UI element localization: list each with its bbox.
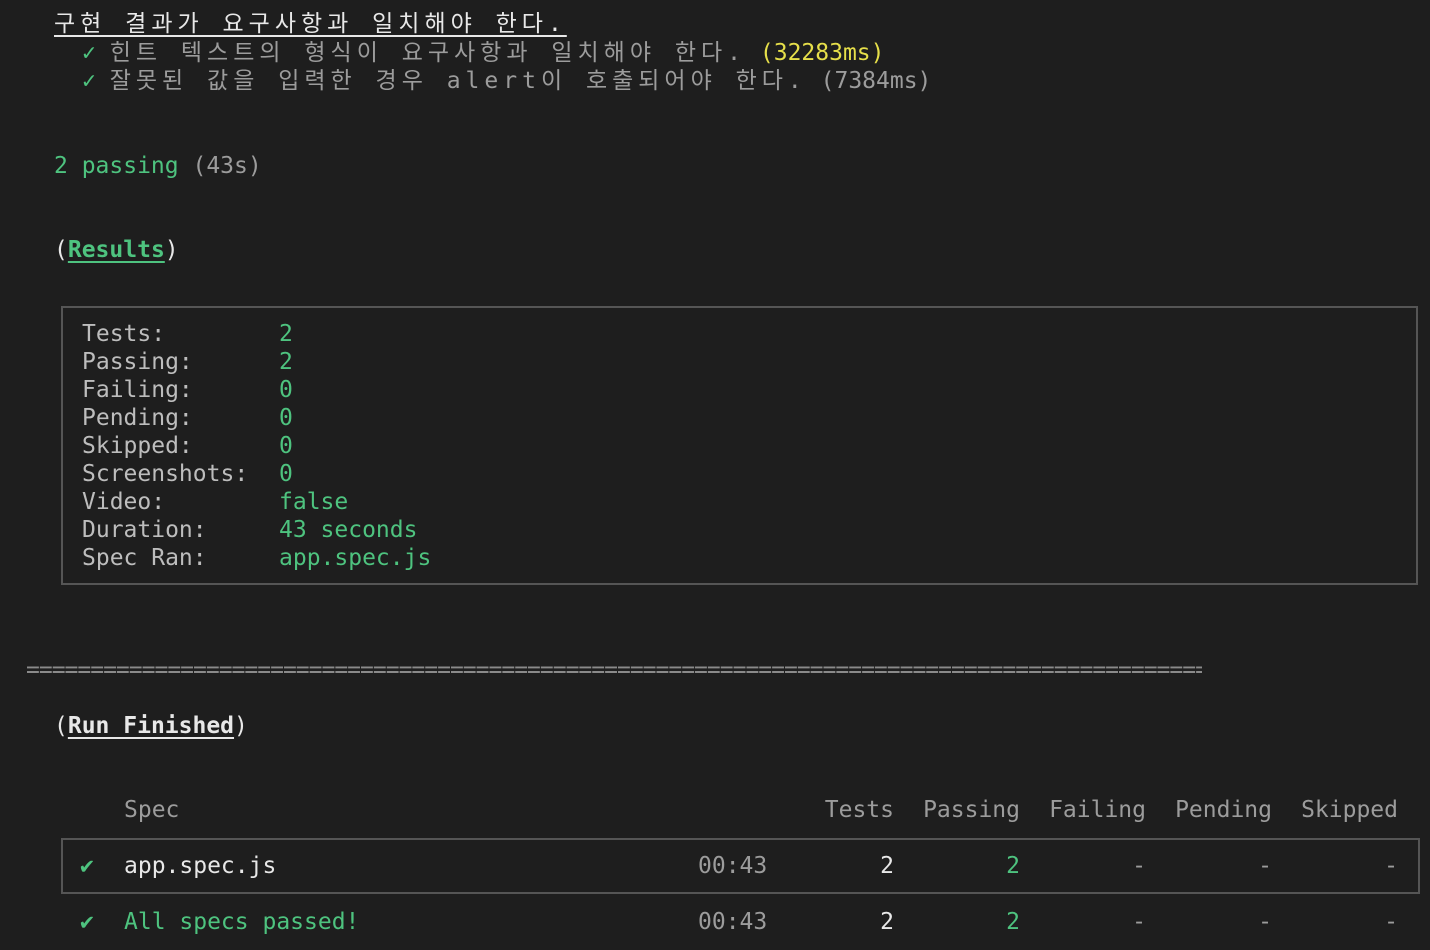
results-label-tests: Tests: xyxy=(82,321,166,347)
spec-skipped: - xyxy=(1384,853,1398,879)
total-time: 00:43 xyxy=(698,909,768,935)
total-skipped: - xyxy=(1384,909,1398,935)
spec-time: 00:43 xyxy=(698,853,768,879)
suite-title-text: 구현 결과가 요구사항과 일치해야 한다. xyxy=(54,11,567,37)
results-value-skipped: 0 xyxy=(279,433,293,459)
run-finished-heading: (Run Finished) xyxy=(54,712,248,740)
test-duration: (32283ms) xyxy=(759,40,885,66)
column-header-spec: Spec xyxy=(124,797,180,823)
column-header-pending: Pending xyxy=(1175,797,1272,823)
total-failing: - xyxy=(1132,909,1146,935)
paren-close: ) xyxy=(234,713,248,739)
test-name: 힌트 텍스트의 형식이 요구사항과 일치해야 한다. xyxy=(109,40,747,66)
check-icon: ✓ xyxy=(82,40,96,66)
results-value-failing: 0 xyxy=(279,377,293,403)
check-icon: ✓ xyxy=(82,68,96,94)
results-value-passing: 2 xyxy=(279,349,293,375)
run-finished-heading-text: Run Finished xyxy=(67,713,235,739)
total-tests: 2 xyxy=(880,909,894,935)
results-label-skipped: Skipped: xyxy=(82,433,193,459)
total-pending: - xyxy=(1258,909,1272,935)
results-label-duration: Duration: xyxy=(82,517,207,543)
column-header-passing: Passing xyxy=(923,797,1020,823)
results-label-screenshots: Screenshots: xyxy=(82,461,249,487)
test-line: ✓ 힌트 텍스트의 형식이 요구사항과 일치해야 한다. (32283ms) xyxy=(82,39,885,67)
spec-name: app.spec.js xyxy=(124,853,277,879)
separator-line: ========================================… xyxy=(26,657,1202,683)
results-label-video: Video: xyxy=(82,489,166,515)
passing-count: 2 passing xyxy=(54,153,179,179)
results-value-tests: 2 xyxy=(279,321,293,347)
results-value-screenshots: 0 xyxy=(279,461,293,487)
results-label-passing: Passing: xyxy=(82,349,193,375)
paren-open: ( xyxy=(54,713,68,739)
passing-summary: 2 passing (43s) xyxy=(54,152,262,180)
results-label-spec-ran: Spec Ran: xyxy=(82,545,207,571)
passing-time: (43s) xyxy=(192,153,262,179)
all-specs-passed-label: All specs passed! xyxy=(124,909,360,935)
check-icon: ✔ xyxy=(80,853,94,879)
test-name: 잘못된 값을 입력한 경우 alert이 호출되어야 한다. xyxy=(109,68,807,94)
results-value-spec-ran: app.spec.js xyxy=(279,545,432,571)
results-heading-text: Results xyxy=(67,237,165,263)
column-header-tests: Tests xyxy=(824,797,894,823)
results-label-pending: Pending: xyxy=(82,405,193,431)
paren-close: ) xyxy=(164,237,179,263)
results-value-video: false xyxy=(279,489,349,515)
results-value-duration: 43 seconds xyxy=(279,517,418,543)
spec-failing: - xyxy=(1132,853,1146,879)
results-box xyxy=(61,306,1418,585)
paren-open: ( xyxy=(54,237,68,263)
column-header-failing: Failing xyxy=(1049,797,1146,823)
test-duration: (7384ms) xyxy=(820,68,932,94)
total-passing: 2 xyxy=(1006,909,1020,935)
column-header-skipped: Skipped xyxy=(1301,797,1398,823)
test-line: ✓ 잘못된 값을 입력한 경우 alert이 호출되어야 한다. (7384ms… xyxy=(82,67,931,95)
results-value-pending: 0 xyxy=(279,405,293,431)
spec-passing: 2 xyxy=(1006,853,1020,879)
spec-pending: - xyxy=(1258,853,1272,879)
results-heading: (Results) xyxy=(54,236,179,264)
check-icon: ✔ xyxy=(80,909,94,935)
suite-title: 구현 결과가 요구사항과 일치해야 한다. xyxy=(54,10,567,38)
spec-tests: 2 xyxy=(880,853,894,879)
results-label-failing: Failing: xyxy=(82,377,193,403)
